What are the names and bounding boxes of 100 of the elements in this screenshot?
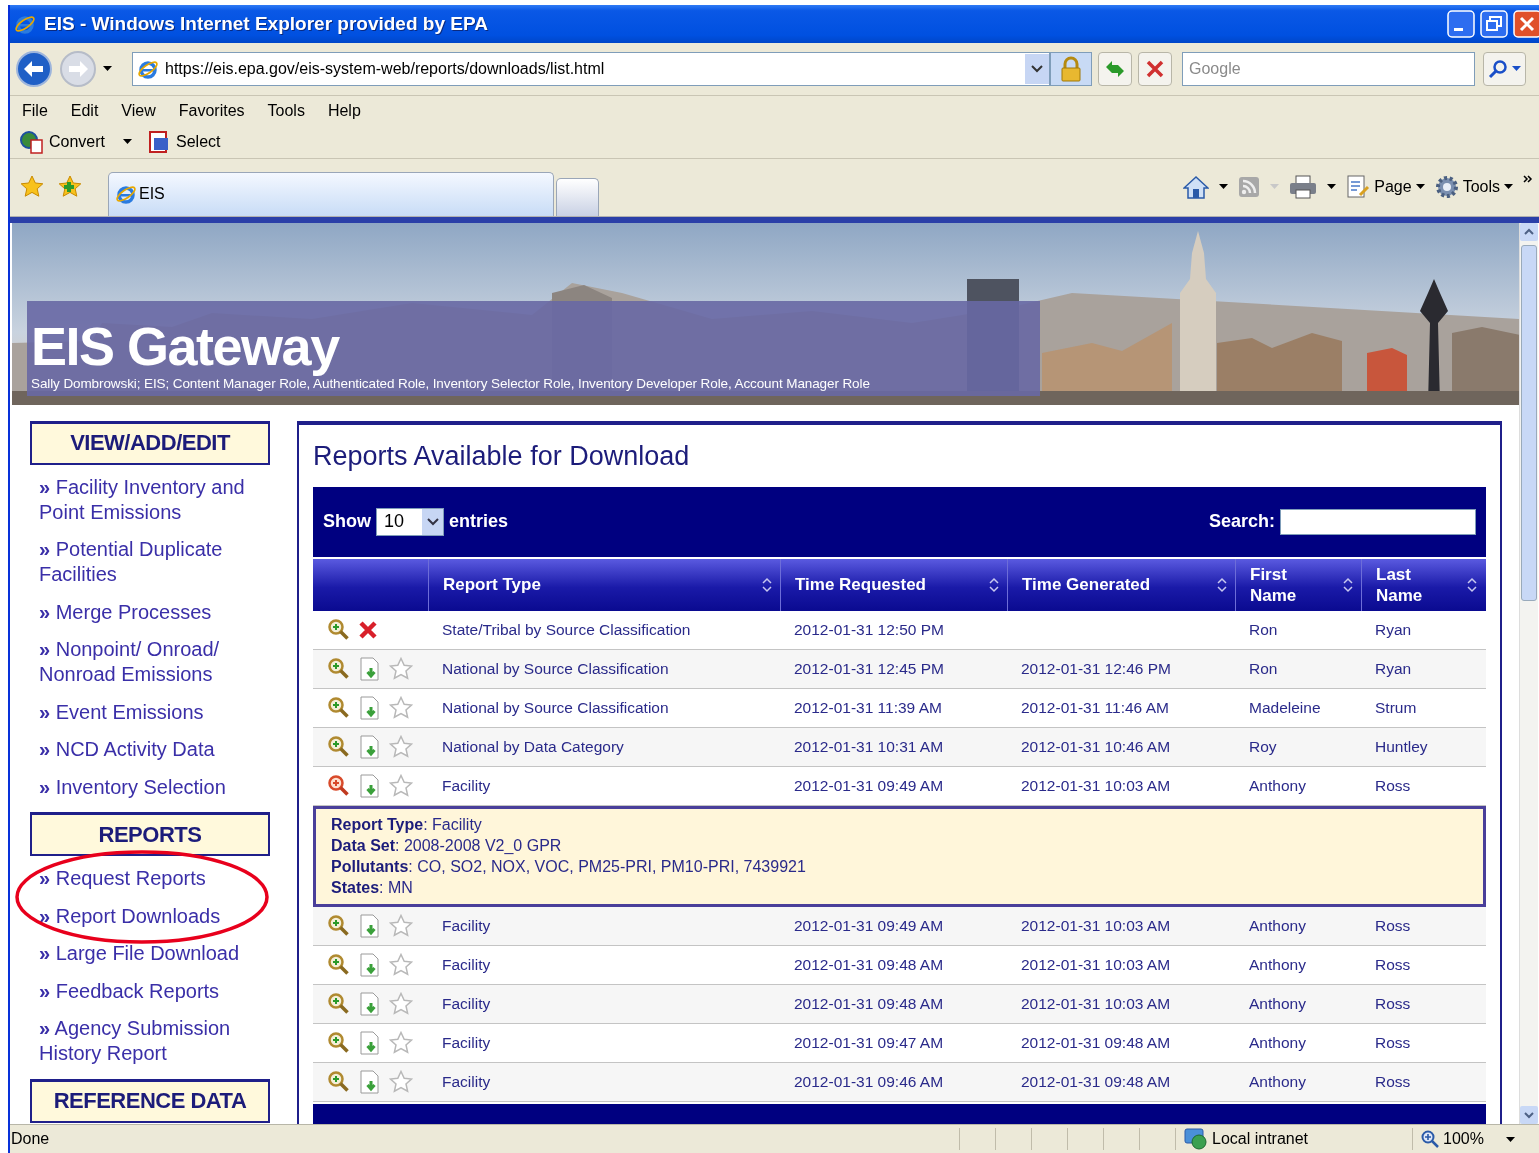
search-button[interactable] — [1483, 51, 1526, 86]
search-field[interactable] — [1280, 508, 1476, 535]
cross-icon[interactable] — [358, 619, 378, 640]
star-outline-icon[interactable] — [389, 734, 413, 759]
document-download-icon[interactable] — [358, 990, 382, 1017]
caret-icon[interactable] — [1327, 184, 1337, 190]
report-link[interactable]: Facility — [442, 1072, 491, 1091]
magnifier-icon[interactable] — [327, 991, 351, 1016]
document-download-icon[interactable] — [358, 951, 382, 978]
column-header[interactable]: Time Generated — [1007, 558, 1235, 611]
document-download-icon[interactable] — [358, 772, 382, 799]
magnifier-icon[interactable] — [327, 952, 351, 977]
magnifier-icon[interactable] — [327, 617, 351, 642]
caret-icon[interactable] — [1505, 1136, 1515, 1142]
vertical-scrollbar[interactable] — [1519, 222, 1538, 1125]
report-link[interactable]: National by Source Classification — [442, 698, 669, 717]
report-link[interactable]: National by Data Category — [442, 737, 624, 756]
document-download-icon[interactable] — [358, 1029, 382, 1056]
caret-icon[interactable] — [1504, 184, 1513, 190]
sidebar-link[interactable]: » Nonpoint/ Onroad/ Nonroad Emissions — [39, 637, 270, 688]
zoom-button[interactable]: 100% — [1412, 1128, 1539, 1150]
refresh-button[interactable] — [1098, 51, 1132, 86]
magnifier-icon[interactable] — [327, 1030, 351, 1055]
caret-icon[interactable] — [1512, 66, 1521, 72]
column-header[interactable]: Time Requested — [780, 558, 1007, 611]
scroll-thumb[interactable] — [1521, 244, 1537, 601]
sidebar-link[interactable]: » NCD Activity Data — [39, 737, 270, 763]
search-field[interactable]: Google — [1182, 51, 1475, 86]
magnifier-icon[interactable] — [327, 734, 351, 759]
back-button[interactable] — [15, 49, 53, 88]
sidebar-link[interactable]: » Facility Inventory and Point Emissions — [39, 474, 270, 525]
dropdown-button[interactable] — [1025, 53, 1049, 84]
sidebar-link[interactable]: » Agency Submission History Report — [39, 1016, 270, 1067]
star-outline-icon[interactable] — [389, 1030, 413, 1055]
table-cell: Ron — [1249, 620, 1278, 639]
sidebar-link[interactable]: » Inventory Selection — [39, 774, 270, 800]
menu-item[interactable]: Help — [327, 99, 361, 122]
printer-icon[interactable] — [1289, 174, 1318, 199]
menu-item[interactable]: Edit — [70, 99, 99, 122]
sidebar-link[interactable]: » Feedback Reports — [39, 978, 270, 1004]
close-button[interactable] — [1513, 9, 1539, 38]
column-header[interactable]: First Name — [1235, 558, 1361, 611]
star-outline-icon[interactable] — [389, 1069, 413, 1094]
report-link[interactable]: Facility — [442, 955, 491, 974]
star-icon[interactable] — [20, 174, 44, 199]
convert-button[interactable]: Convert — [49, 132, 106, 151]
page-menu[interactable]: Page — [1374, 177, 1412, 196]
restore-button[interactable] — [1480, 9, 1508, 38]
column-header[interactable]: Last Name — [1361, 558, 1485, 611]
magnifier-icon[interactable] — [327, 1069, 351, 1094]
magnifier-icon[interactable] — [327, 695, 351, 720]
stop-button[interactable] — [1138, 51, 1172, 86]
report-link[interactable]: Facility — [442, 916, 491, 935]
document-download-icon[interactable] — [358, 1068, 382, 1095]
star-outline-icon[interactable] — [389, 656, 413, 681]
star-outline-icon[interactable] — [389, 695, 413, 720]
star-outline-icon[interactable] — [389, 773, 413, 798]
report-link[interactable]: Facility — [442, 776, 491, 795]
magnifier-icon[interactable] — [327, 913, 351, 938]
menu-item[interactable]: Tools — [267, 99, 305, 122]
page-size-select[interactable]: 10 — [376, 507, 444, 536]
document-download-icon[interactable] — [358, 694, 382, 721]
document-download-icon[interactable] — [358, 655, 382, 682]
sidebar-link[interactable]: » Merge Processes — [39, 599, 270, 625]
select-button[interactable]: Select — [176, 132, 221, 151]
caret-icon[interactable] — [1219, 184, 1229, 190]
sidebar-link[interactable]: » Potential Duplicate Facilities — [39, 537, 270, 588]
report-link[interactable]: National by Source Classification — [442, 659, 669, 678]
home-icon[interactable] — [1183, 174, 1210, 199]
document-download-icon[interactable] — [358, 912, 382, 939]
sidebar-link[interactable]: » Request Reports — [39, 866, 270, 892]
caret-icon[interactable] — [123, 139, 133, 145]
sidebar-link[interactable]: » Large File Download — [39, 941, 270, 967]
magnifier-icon[interactable] — [327, 773, 351, 798]
menu-item[interactable]: View — [121, 99, 156, 122]
tools-menu[interactable]: Tools — [1462, 177, 1500, 196]
scroll-up-icon[interactable] — [1524, 228, 1534, 236]
document-download-icon[interactable] — [358, 733, 382, 760]
column-header[interactable]: Report Type — [428, 558, 780, 611]
magnifier-icon[interactable] — [327, 656, 351, 681]
star-outline-icon[interactable] — [389, 952, 413, 977]
star-outline-icon[interactable] — [389, 991, 413, 1016]
report-link[interactable]: Facility — [442, 994, 491, 1013]
table-cell: 2012-01-31 10:03 AM — [1021, 776, 1171, 795]
browser-tab[interactable]: EIS — [108, 171, 554, 216]
caret-icon[interactable] — [1415, 184, 1425, 190]
report-link[interactable]: Facility — [442, 1033, 491, 1052]
report-link[interactable]: State/Tribal by Source Classification — [442, 620, 691, 639]
scroll-down-icon[interactable] — [1524, 1111, 1534, 1119]
menu-item[interactable]: Favorites — [178, 99, 245, 122]
more-icon[interactable] — [1523, 174, 1533, 185]
menu-item[interactable]: File — [22, 99, 48, 122]
caret-icon[interactable] — [103, 66, 112, 72]
add-favorite-icon[interactable] — [58, 174, 84, 199]
new-tab-button[interactable] — [556, 177, 599, 216]
address-field[interactable]: https://eis.epa.gov/eis-system-web/reports/downloads/list.html — [132, 51, 1050, 86]
sidebar-link[interactable]: » Report Downloads — [39, 903, 270, 929]
minimize-button[interactable] — [1447, 9, 1475, 38]
star-outline-icon[interactable] — [389, 913, 413, 938]
sidebar-link[interactable]: » Event Emissions — [39, 699, 270, 725]
